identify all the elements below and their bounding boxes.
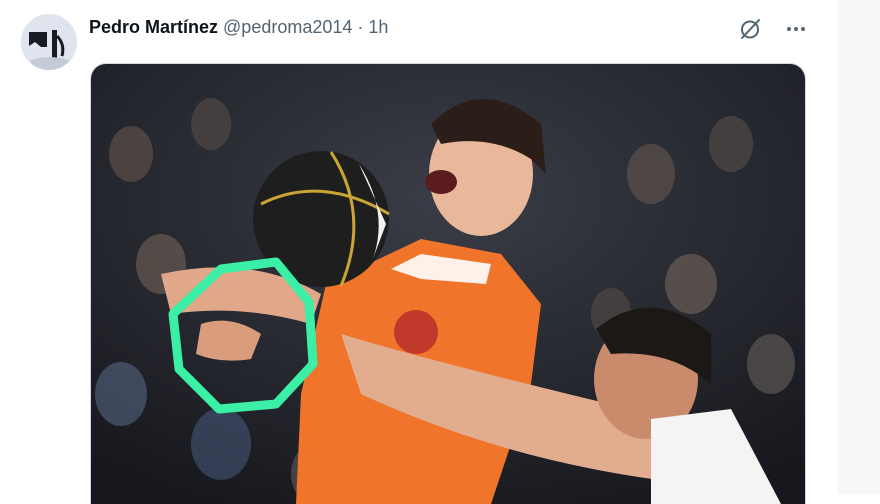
author-display-name[interactable]: Pedro Martínez <box>89 17 218 38</box>
avatar-image <box>21 14 77 70</box>
tweet-timestamp[interactable]: 1h <box>368 17 388 38</box>
grok-button[interactable] <box>736 15 764 43</box>
basketball-photo <box>91 64 805 504</box>
timeline-gutter <box>839 0 880 494</box>
more-button[interactable] <box>782 15 810 43</box>
author-handle[interactable]: @pedroma2014 <box>223 17 352 38</box>
grok-icon <box>741 19 760 39</box>
jersey-sponsor-logo <box>394 310 438 354</box>
tweet-photo[interactable] <box>90 63 806 504</box>
tweet-header: Pedro Martínez @pedroma2014 · 1h <box>89 17 388 39</box>
author-avatar[interactable] <box>21 14 77 70</box>
header-separator: · <box>357 17 364 37</box>
tweet-card[interactable]: Pedro Martínez @pedroma2014 · 1h <box>0 0 839 504</box>
more-icon <box>787 27 805 31</box>
tweet-header-actions <box>736 15 810 43</box>
